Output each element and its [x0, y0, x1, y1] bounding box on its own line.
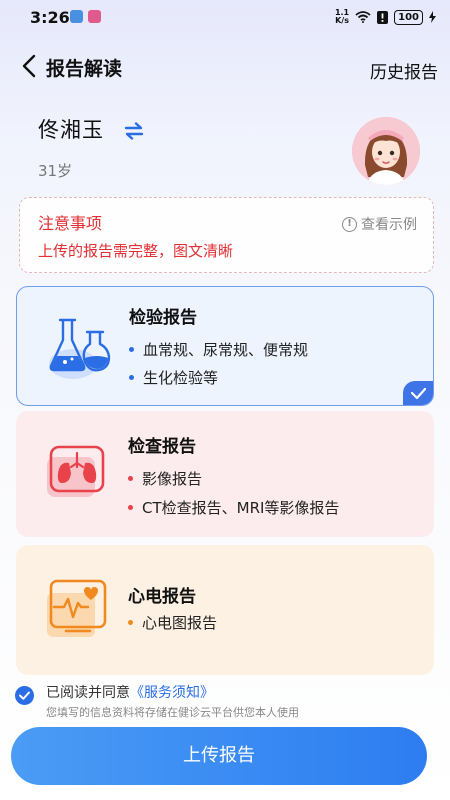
- notice-title: 注意事项: [38, 214, 103, 233]
- charging-icon: [429, 11, 436, 23]
- ecg-monitor-icon: [47, 579, 107, 637]
- patient-name: 佟湘玉: [38, 118, 104, 142]
- card-title: 心电报告: [128, 587, 196, 607]
- lab-report-card[interactable]: 检验报告 血常规、尿常规、便常规 生化检验等: [16, 286, 434, 406]
- check-icon: [19, 691, 30, 700]
- agreement-note: 您填写的信息资料将存储在健诊云平台供您本人使用: [46, 706, 299, 719]
- upload-report-button[interactable]: 上传报告: [11, 727, 427, 785]
- card-bullet-item: 血常规、尿常规、便常规: [129, 339, 308, 360]
- patient-info: 佟湘玉 31岁: [38, 114, 144, 180]
- battery-indicator: 100: [394, 9, 423, 25]
- wifi-icon: [355, 11, 371, 23]
- card-title: 检查报告: [128, 437, 196, 457]
- alert-icon: [377, 10, 389, 24]
- agreement-row: 已阅读并同意《服务须知》 您填写的信息资料将存储在健诊云平台供您本人使用: [15, 682, 445, 722]
- ecg-report-card[interactable]: 心电报告 心电图报告: [16, 545, 434, 675]
- card-bullet-item: CT检查报告、MRI等影像报告: [128, 497, 339, 518]
- view-example-label: 查看示例: [361, 217, 417, 233]
- selected-check-badge: [403, 381, 433, 405]
- page-title: 报告解读: [46, 58, 123, 80]
- history-report-link[interactable]: 历史报告: [370, 58, 438, 83]
- card-bullet-item: 心电图报告: [128, 612, 217, 633]
- info-icon: !: [342, 216, 357, 232]
- notification-app-icon: [88, 10, 101, 23]
- notification-app-icon: [70, 10, 83, 23]
- card-bullet-item: 影像报告: [128, 468, 202, 489]
- avatar[interactable]: [352, 117, 420, 185]
- network-speed: 1.1 K/s: [334, 8, 350, 25]
- notice-box: 注意事项 上传的报告需完整，图文清晰 ! 查看示例: [19, 197, 434, 273]
- nav-bar: 报告解读 历史报告: [0, 44, 450, 88]
- card-title: 检验报告: [129, 308, 197, 328]
- flask-icon: [49, 318, 111, 379]
- status-time: 3:26: [30, 8, 70, 27]
- agreement-text: 已阅读并同意《服务须知》: [46, 685, 214, 701]
- exam-report-card[interactable]: 检查报告 影像报告 CT检查报告、MRI等影像报告: [16, 411, 434, 537]
- status-bar: 3:26 1.1 K/s 100: [0, 0, 450, 36]
- back-icon[interactable]: [18, 52, 42, 80]
- agreement-checkbox[interactable]: [15, 686, 34, 705]
- patient-age: 31岁: [38, 162, 73, 180]
- check-icon: [410, 387, 427, 400]
- swap-patient-icon[interactable]: [124, 122, 144, 140]
- card-bullet-item: 生化检验等: [129, 367, 218, 388]
- lungs-icon: [47, 445, 105, 497]
- view-example-link[interactable]: ! 查看示例: [342, 214, 417, 234]
- service-terms-link[interactable]: 《服务须知》: [130, 685, 214, 701]
- notice-text: 上传的报告需完整，图文清晰: [38, 242, 234, 260]
